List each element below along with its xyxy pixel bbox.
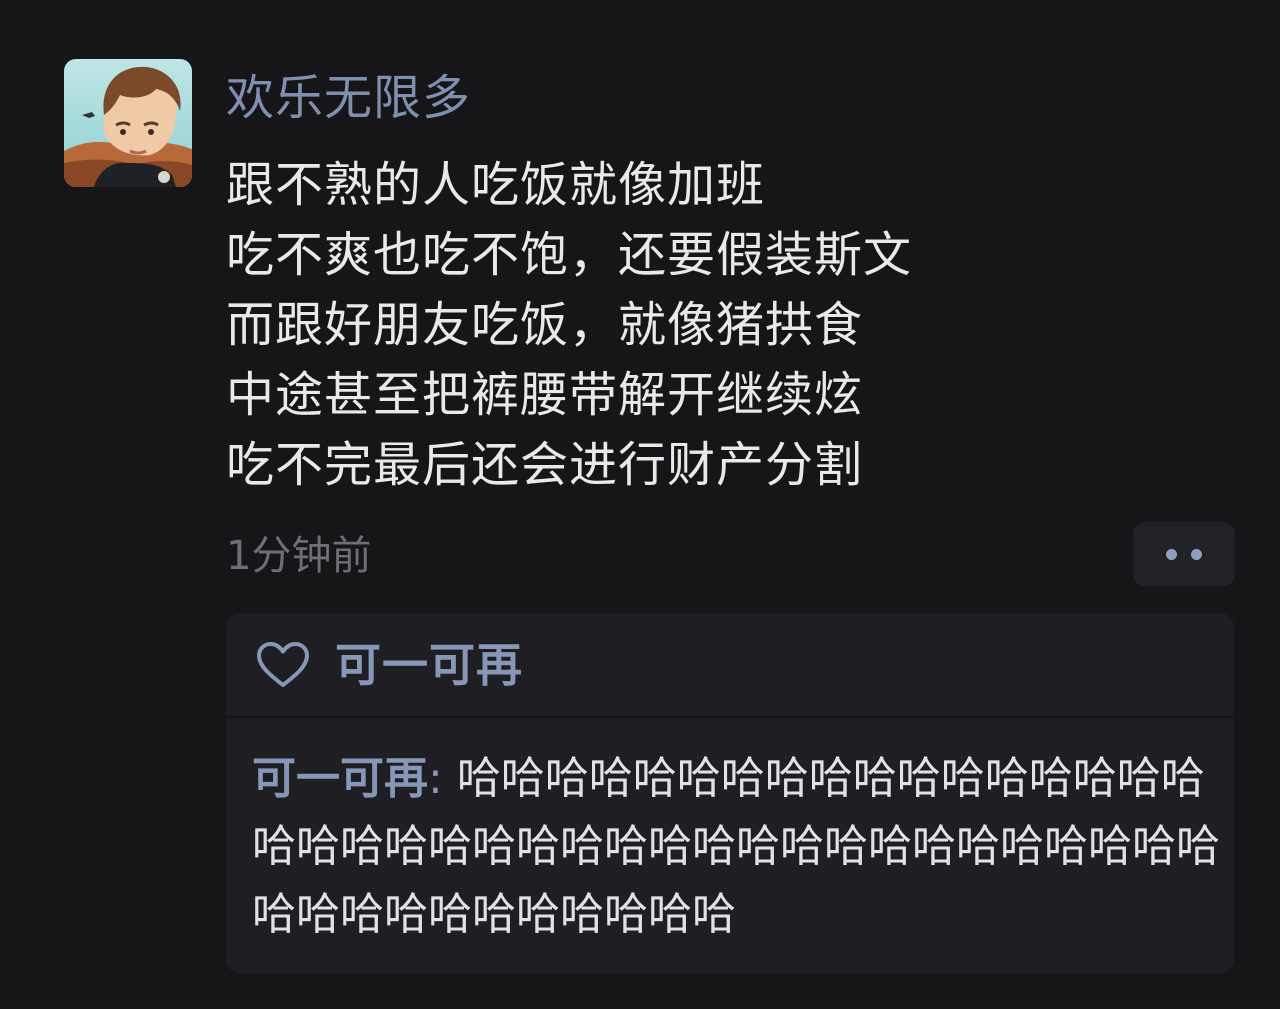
more-actions-button[interactable] [1133,522,1235,586]
comment-author[interactable]: 可一可再 [252,753,428,804]
post-line: 中途甚至把裤腰带解开继续炫 [226,367,864,423]
comment-item[interactable]: 可一可再: 哈哈哈哈哈哈哈哈哈哈哈哈哈哈哈哈哈哈哈哈哈哈哈哈哈哈哈哈哈哈哈哈哈哈… [252,745,1232,949]
interaction-panel: 可一可再 可一可再: 哈哈哈哈哈哈哈哈哈哈哈哈哈哈哈哈哈哈哈哈哈哈哈哈哈哈哈哈哈… [226,613,1234,973]
heart-icon [257,642,309,687]
author-avatar[interactable] [64,59,192,187]
comment-separator: : [428,753,457,804]
post-text: 跟不熟的人吃饭就像加班 吃不爽也吃不饱，还要假装斯文 而跟好朋友吃饭，就像猪拱食… [226,150,1126,500]
post-line: 跟不熟的人吃饭就像加班 [226,157,766,213]
likes-row: 可一可再 [226,613,1234,718]
post-line: 吃不爽也吃不饱，还要假装斯文 [226,227,913,283]
post-line: 吃不完最后还会进行财产分割 [226,437,864,493]
liker-name[interactable]: 可一可再 [335,635,523,695]
more-dots-icon [1166,548,1177,560]
author-name[interactable]: 欢乐无限多 [226,66,471,130]
more-dots-icon [1191,548,1202,560]
post-timestamp: 1分钟前 [226,533,372,579]
post-line: 而跟好朋友吃饭，就像猪拱食 [226,297,864,353]
avatar-illustration [64,59,192,187]
